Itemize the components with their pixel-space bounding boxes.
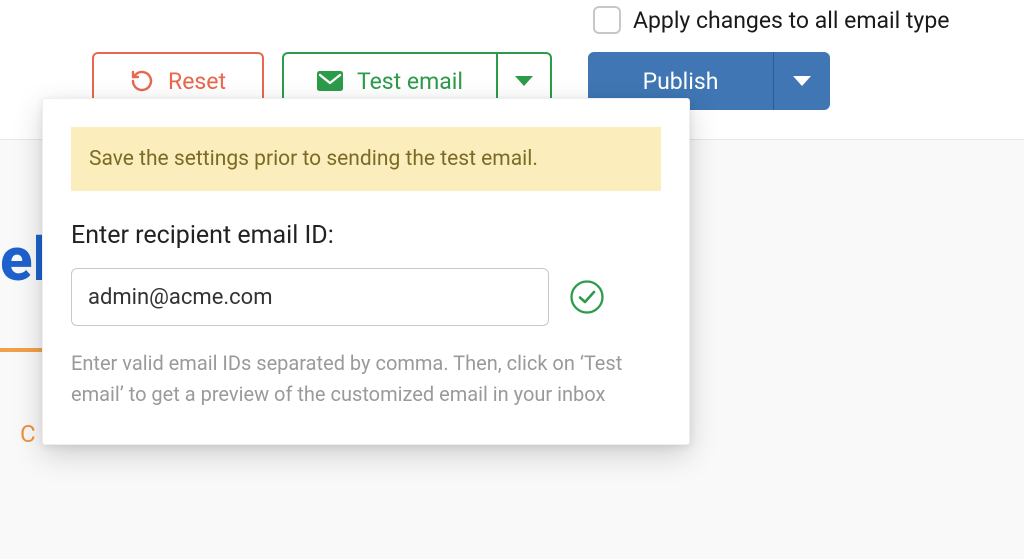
recipient-field-label: Enter recipient email ID: — [71, 221, 661, 250]
apply-all-row: Apply changes to all email type — [593, 6, 949, 34]
caret-down-icon — [793, 76, 811, 86]
background-fragment: C — [20, 420, 36, 448]
mail-icon — [317, 71, 343, 91]
background-fragment: el — [0, 224, 42, 286]
valid-check-icon — [569, 279, 605, 315]
recipient-email-input[interactable] — [71, 268, 549, 326]
publish-label: Publish — [643, 68, 719, 95]
recipient-hint-text: Enter valid email IDs separated by comma… — [71, 348, 661, 410]
test-email-label: Test email — [357, 68, 463, 95]
reset-icon — [130, 69, 154, 93]
reset-label: Reset — [168, 68, 226, 95]
recipient-input-row — [71, 268, 661, 326]
caret-down-icon — [515, 76, 533, 86]
test-email-popover: Save the settings prior to sending the t… — [42, 98, 690, 445]
save-warning-alert: Save the settings prior to sending the t… — [71, 127, 661, 191]
background-divider — [0, 348, 42, 352]
apply-all-label: Apply changes to all email type — [633, 7, 949, 34]
publish-dropdown[interactable] — [774, 52, 830, 110]
apply-all-checkbox[interactable] — [593, 6, 621, 34]
